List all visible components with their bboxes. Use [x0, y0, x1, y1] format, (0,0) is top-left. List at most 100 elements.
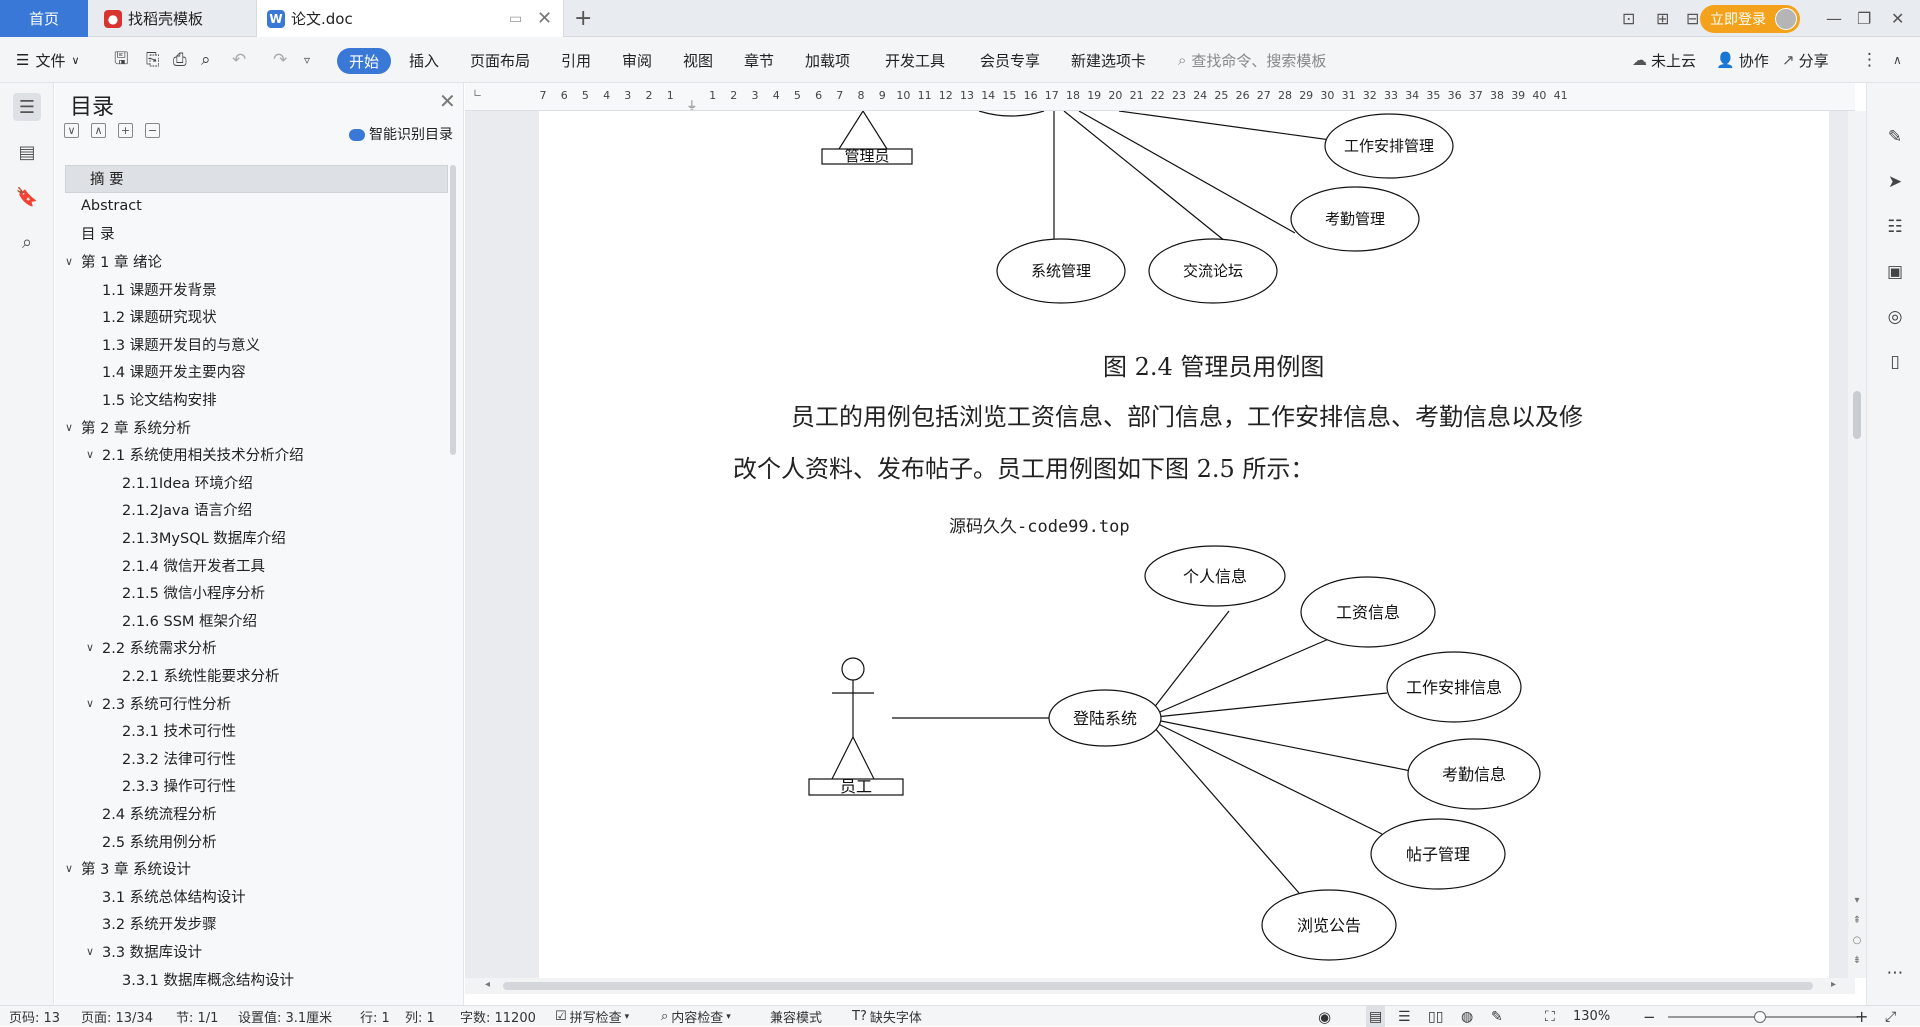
export-pdf-icon[interactable]: ⎘: [146, 37, 160, 83]
outline-view-icon[interactable]: ☰: [1398, 1006, 1411, 1027]
toc-item[interactable]: 1.4 课题开发主要内容: [65, 358, 448, 386]
toc-item[interactable]: 2.1.3MySQL 数据库介绍: [65, 524, 448, 552]
toc-item[interactable]: 1.2 课题研究现状: [65, 303, 448, 331]
toc-item[interactable]: 2.2.1 系统性能要求分析: [65, 662, 448, 690]
zoom-level[interactable]: 130%: [1573, 1006, 1610, 1027]
status-word-count[interactable]: 字数: 11200: [460, 1006, 536, 1027]
toc-item[interactable]: 目 录: [65, 220, 448, 248]
toc-item[interactable]: ∨ 2.2 系统需求分析: [65, 634, 448, 662]
print-icon[interactable]: ⎙: [173, 37, 187, 83]
toc-item[interactable]: 2.1.5 微信小程序分析: [65, 579, 448, 607]
tab-home[interactable]: 首页: [0, 0, 88, 37]
toc-item[interactable]: 1.1 课题开发背景: [65, 275, 448, 303]
close-icon[interactable]: ✕: [439, 89, 456, 113]
toc-item[interactable]: 2.1.4 微信开发者工具: [65, 551, 448, 579]
fullscreen-icon[interactable]: ⤢: [1885, 1006, 1896, 1027]
zoom-slider[interactable]: [1668, 1006, 1858, 1027]
chevron-down-icon[interactable]: ∨: [86, 641, 102, 654]
reading-view-icon[interactable]: ▯▯: [1428, 1006, 1443, 1027]
menu-addins[interactable]: 加载项: [805, 37, 850, 83]
vertical-scrollbar[interactable]: ▾ ⇞ ○ ⇟: [1848, 111, 1866, 978]
menu-new-tab[interactable]: 新建选项卡: [1071, 37, 1146, 83]
toc-item[interactable]: 3.2 系统开发步骤: [65, 910, 448, 938]
tab-templates[interactable]: ● 找稻壳模板: [92, 0, 252, 37]
page-nav-icons[interactable]: ▾ ⇞ ○ ⇟: [1852, 891, 1862, 971]
toc-item[interactable]: 2.4 系统流程分析: [65, 800, 448, 828]
chevron-down-icon[interactable]: ∨: [65, 255, 81, 268]
collapse-all-icon[interactable]: ∧: [91, 123, 106, 138]
toc-item[interactable]: 1.3 课题开发目的与意义: [65, 331, 448, 359]
expand-all-icon[interactable]: ∨: [64, 123, 79, 138]
book-icon[interactable]: ▯: [1883, 350, 1907, 374]
toc-item[interactable]: ∨ 第 1 章 绪论: [65, 248, 448, 276]
menu-start[interactable]: 开始: [337, 48, 391, 74]
toc-item[interactable]: ∨ 第 3 章 系统设计: [65, 855, 448, 883]
toc-item[interactable]: ∨ 2.1 系统使用相关技术分析介绍: [65, 441, 448, 469]
document-page[interactable]: 管理员 工作安排管理 考勤管理 系统管理 交流论坛 员工 登陆系统 个人信息 工…: [539, 111, 1829, 978]
collab-button[interactable]: 👤 协作: [1716, 37, 1769, 83]
toc-item[interactable]: 2.5 系统用例分析: [65, 827, 448, 855]
cloud-status[interactable]: ☁ 未上云: [1632, 37, 1696, 83]
horizontal-scrollbar[interactable]: ◂ ▸: [465, 978, 1855, 994]
more-horizontal-icon[interactable]: ⋯: [1883, 961, 1907, 985]
menu-page-layout[interactable]: 页面布局: [470, 37, 530, 83]
bookmark-icon[interactable]: 🔖: [13, 183, 41, 211]
menu-developer[interactable]: 开发工具: [885, 37, 945, 83]
toc-item[interactable]: 2.3.3 操作可行性: [65, 772, 448, 800]
menu-references[interactable]: 引用: [561, 37, 591, 83]
login-button[interactable]: 立即登录: [1700, 5, 1800, 33]
menu-chapter[interactable]: 章节: [744, 37, 774, 83]
tab-document[interactable]: W 论文.doc ▭ ✕: [256, 0, 564, 37]
toc-item[interactable]: 2.1.6 SSM 框架介绍: [65, 607, 448, 635]
chevron-down-icon[interactable]: ∨: [86, 697, 102, 710]
chevron-down-icon[interactable]: ∨: [65, 421, 81, 434]
file-menu[interactable]: ☰ 文件 ∨: [16, 37, 80, 83]
menu-insert[interactable]: 插入: [409, 37, 439, 83]
toc-item[interactable]: Abstract: [65, 193, 448, 221]
toc-item[interactable]: 2.3.2 法律可行性: [65, 744, 448, 772]
content-check-button[interactable]: ⌕ 内容检查 ▾: [661, 1006, 731, 1027]
menu-member[interactable]: 会员专享: [980, 37, 1040, 83]
toc-item[interactable]: ∨ 第 2 章 系统分析: [65, 413, 448, 441]
horizontal-ruler[interactable]: ∟ 7 6 5 4 3 2 1 1 2 3 4 5 6 7 8 9 10 11 12 13 14 15 16 17 18 19 20…: [465, 83, 1855, 112]
chevron-down-icon[interactable]: ∨: [86, 448, 102, 461]
minimize-icon[interactable]: —: [1826, 0, 1842, 37]
undo-icon[interactable]: ↶: [232, 37, 246, 83]
chapter-nav-icon[interactable]: ▤: [13, 138, 41, 166]
settings-sliders-icon[interactable]: ☷: [1883, 215, 1907, 239]
page-view-icon[interactable]: ▤: [1366, 1006, 1386, 1027]
zoom-in-icon[interactable]: +: [1855, 1006, 1868, 1027]
apps-grid-icon[interactable]: ⊞: [1656, 0, 1669, 37]
toc-item[interactable]: ∨ 3.3 数据库设计: [65, 938, 448, 966]
collapse-ribbon-icon[interactable]: ∧: [1893, 37, 1902, 83]
close-tab-icon[interactable]: ✕: [537, 8, 552, 29]
scroll-right-icon[interactable]: ▸: [1831, 979, 1836, 990]
status-page[interactable]: 页面: 13/34: [81, 1006, 153, 1027]
toc-item[interactable]: 摘 要: [65, 165, 448, 193]
pen-icon[interactable]: ✎: [1883, 125, 1907, 149]
toc-item[interactable]: 2.1.1Idea 环境介绍: [65, 469, 448, 497]
tab-stop-icon[interactable]: ∟: [473, 87, 482, 100]
remove-heading-icon[interactable]: −: [145, 123, 160, 138]
command-search[interactable]: ⌕ 查找命令、搜索模板: [1178, 37, 1326, 83]
add-heading-icon[interactable]: +: [118, 123, 133, 138]
customize-icon[interactable]: ▿: [304, 37, 310, 83]
toc-item[interactable]: 2.3.1 技术可行性: [65, 717, 448, 745]
fit-page-icon[interactable]: ⛶: [1545, 1006, 1555, 1027]
location-icon[interactable]: ◎: [1883, 305, 1907, 329]
toc-item[interactable]: 3.3.1 数据库概念结构设计: [65, 965, 448, 993]
pin-tab-icon[interactable]: ▭: [509, 11, 522, 27]
eye-protection-icon[interactable]: ◉: [1318, 1006, 1331, 1027]
skin-icon[interactable]: ⊟: [1686, 0, 1699, 37]
redo-icon[interactable]: ↷: [273, 37, 287, 83]
close-window-icon[interactable]: ✕: [1891, 0, 1904, 37]
share-button[interactable]: ↗ 分享: [1782, 37, 1829, 83]
menu-review[interactable]: 审阅: [622, 37, 652, 83]
image-tool-icon[interactable]: ▣: [1883, 260, 1907, 284]
spell-check-button[interactable]: ☑ 拼写检查 ▾: [555, 1006, 629, 1027]
toc-icon[interactable]: ☰: [13, 93, 41, 121]
chevron-down-icon[interactable]: ∨: [65, 862, 81, 875]
horizontal-scroll-thumb[interactable]: [503, 982, 1813, 990]
chevron-down-icon[interactable]: ∨: [86, 945, 102, 958]
print-preview-icon[interactable]: ⌕: [201, 37, 211, 83]
